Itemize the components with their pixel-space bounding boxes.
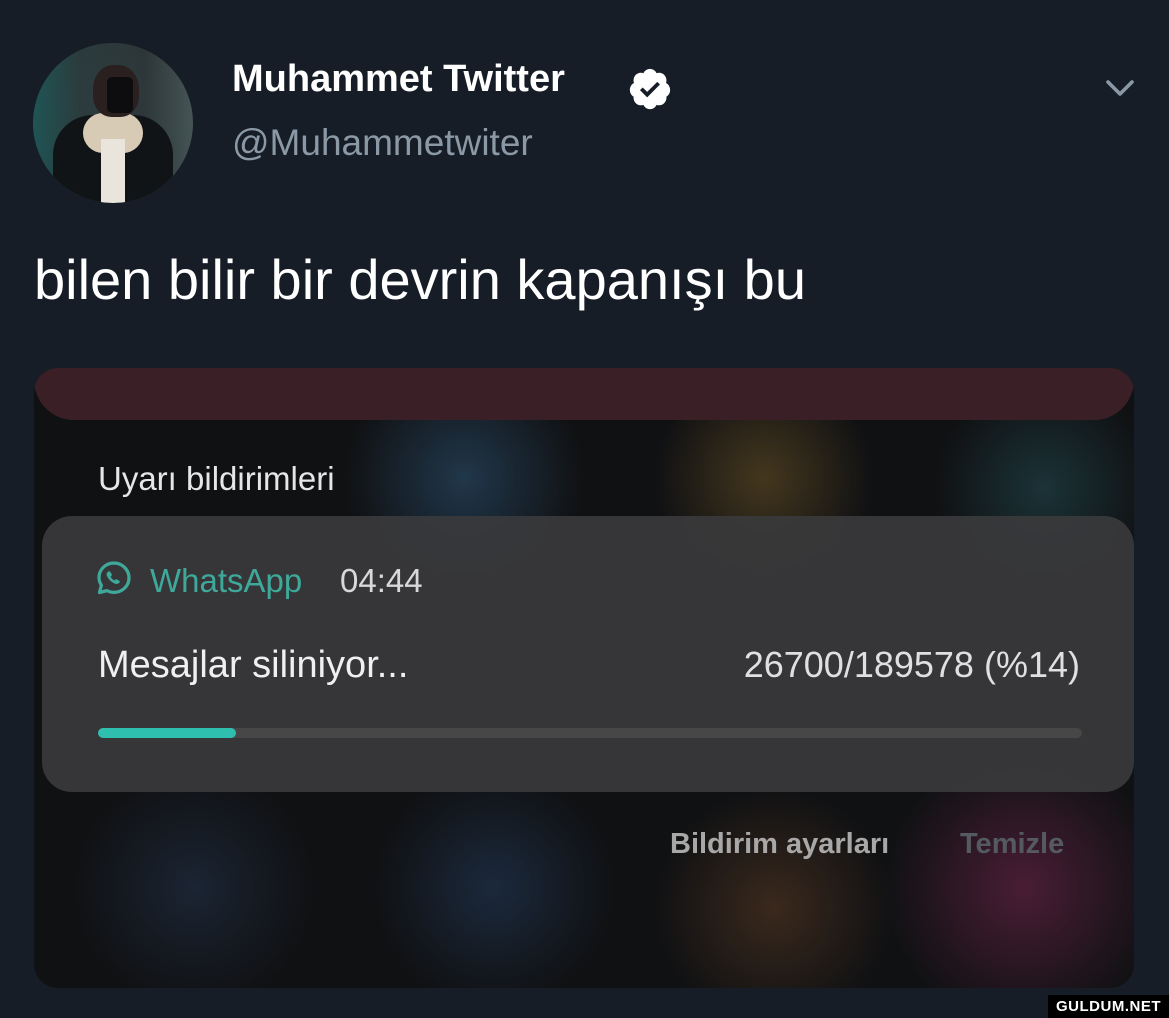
tweet-header: Muhammet Twitter @Muhammetwiter: [0, 0, 1169, 220]
avatar-shirt: [101, 139, 125, 203]
notification-app-name: WhatsApp: [150, 562, 303, 599]
notification-time: 04:44: [340, 562, 423, 599]
watermark: GULDUM.NET: [1048, 995, 1169, 1018]
notification-section-title: Uyarı bildirimleri: [98, 460, 335, 497]
tweet-media[interactable]: Uyarı bildirimleri WhatsApp 04:44 Mesajl…: [34, 368, 1134, 988]
whatsapp-icon: [97, 561, 131, 595]
handle[interactable]: @Muhammetwiter: [232, 122, 533, 164]
avatar[interactable]: [33, 43, 193, 203]
tweet-text: bilen bilir bir devrin kapanışı bu: [34, 248, 806, 311]
avatar-phone: [107, 77, 133, 113]
progress-text: 26700/189578 (%14): [743, 644, 1080, 685]
notification-card[interactable]: WhatsApp 04:44 Mesajlar siliniyor... 267…: [42, 516, 1134, 792]
clear-button[interactable]: Temizle: [960, 828, 1064, 861]
progress-bar-fill: [98, 728, 236, 738]
progress-bar: [98, 728, 1082, 738]
verified-badge-icon: [629, 68, 671, 110]
notification-title: Mesajlar siliniyor...: [98, 644, 409, 686]
notification-settings-button[interactable]: Bildirim ayarları: [670, 828, 889, 861]
media-top-bar: [34, 368, 1134, 420]
display-name[interactable]: Muhammet Twitter: [232, 58, 565, 101]
chevron-down-icon[interactable]: [1102, 70, 1138, 106]
